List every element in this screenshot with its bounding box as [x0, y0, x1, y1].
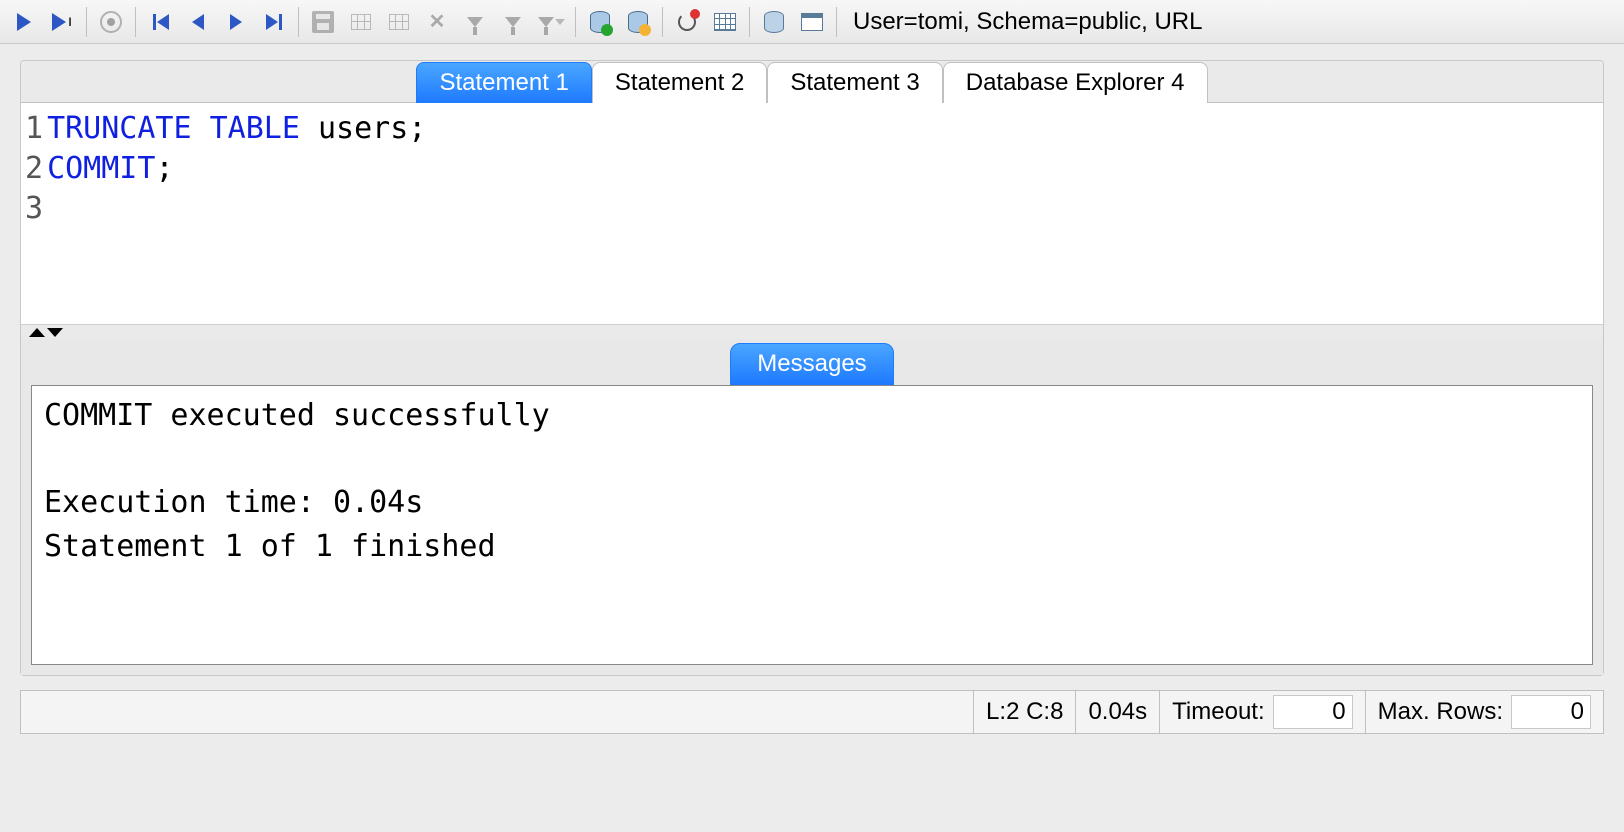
run-button[interactable]	[6, 4, 42, 40]
db-rollback-icon	[628, 11, 648, 33]
save-icon	[312, 11, 334, 33]
db-cylinder-icon	[764, 11, 784, 33]
timeout-input[interactable]	[1273, 695, 1353, 729]
copy-row-button[interactable]	[381, 4, 417, 40]
db-commit-icon	[590, 11, 610, 33]
editor-content[interactable]: TRUNCATE TABLE users; COMMIT;	[47, 109, 426, 318]
toolbar-separator	[86, 7, 87, 37]
results-tabs: Messages	[31, 339, 1593, 385]
toolbar-separator	[298, 7, 299, 37]
toolbar-separator	[575, 7, 576, 37]
next-icon	[230, 14, 242, 30]
run-step-button[interactable]: I	[44, 4, 80, 40]
sql-keyword: TRUNCATE TABLE	[47, 111, 300, 146]
rollback-button[interactable]	[620, 4, 656, 40]
table-view-button[interactable]	[707, 4, 743, 40]
main-panel: Statement 1 Statement 2 Statement 3 Data…	[20, 60, 1604, 676]
stop-button[interactable]	[93, 4, 129, 40]
tab-statement-1[interactable]: Statement 1	[416, 62, 591, 103]
statement-tabs: Statement 1 Statement 2 Statement 3 Data…	[21, 61, 1603, 103]
funnel-select-icon	[467, 17, 483, 27]
sql-text: users;	[300, 111, 426, 146]
filter-select-button[interactable]	[457, 4, 493, 40]
maxrows-input[interactable]	[1511, 695, 1591, 729]
tab-db-explorer[interactable]: Database Explorer 4	[943, 62, 1208, 103]
filter-button[interactable]	[495, 4, 531, 40]
toolbar-separator	[135, 7, 136, 37]
results-panel: Messages COMMIT executed successfully Ex…	[21, 339, 1603, 675]
filter-dropdown-button[interactable]	[533, 4, 569, 40]
save-button[interactable]	[305, 4, 341, 40]
grid-table-icon	[714, 13, 736, 31]
x-icon: ✕	[429, 9, 446, 34]
sql-keyword: COMMIT	[47, 151, 155, 186]
line-number: 3	[25, 189, 43, 229]
insert-row-button[interactable]	[343, 4, 379, 40]
tab-messages[interactable]: Messages	[730, 343, 893, 385]
stop-icon	[100, 11, 122, 33]
toolbar: I ✕ User=tomi, Schema=public, URL	[0, 0, 1624, 44]
timeout-label: Timeout:	[1172, 698, 1264, 726]
tab-statement-2[interactable]: Statement 2	[592, 62, 767, 103]
play-cursor-icon: I	[52, 13, 71, 31]
delete-row-button[interactable]: ✕	[419, 4, 455, 40]
nav-last-button[interactable]	[256, 4, 292, 40]
connection-status-label: User=tomi, Schema=public, URL	[853, 8, 1202, 36]
commit-button[interactable]	[582, 4, 618, 40]
insert-row-icon	[351, 14, 371, 30]
status-bar: L:2 C:8 0.04s Timeout: Max. Rows:	[20, 690, 1604, 734]
maxrows-label: Max. Rows:	[1378, 698, 1503, 726]
caret-up-icon	[29, 328, 45, 337]
funnel-icon	[505, 17, 521, 27]
nav-prev-button[interactable]	[180, 4, 216, 40]
reconnect-button[interactable]	[669, 4, 705, 40]
editor-gutter: 1 2 3	[25, 109, 47, 318]
prev-icon	[192, 14, 204, 30]
nav-next-button[interactable]	[218, 4, 254, 40]
funnel-dropdown-icon	[538, 17, 565, 27]
status-spacer	[21, 691, 973, 733]
first-icon	[152, 14, 169, 30]
caret-down-icon	[47, 328, 63, 337]
line-number: 1	[25, 109, 43, 149]
toolbar-separator	[749, 7, 750, 37]
play-icon	[17, 13, 31, 31]
maxrows-cell: Max. Rows:	[1365, 691, 1603, 733]
timeout-cell: Timeout:	[1159, 691, 1364, 733]
nav-first-button[interactable]	[142, 4, 178, 40]
toolbar-separator	[836, 7, 837, 37]
tab-statement-3[interactable]: Statement 3	[767, 62, 942, 103]
cursor-position: L:2 C:8	[973, 691, 1075, 733]
toolbar-separator	[662, 7, 663, 37]
copy-row-icon	[389, 14, 409, 30]
last-icon	[266, 14, 283, 30]
reconnect-icon	[678, 13, 696, 31]
line-number: 2	[25, 149, 43, 189]
split-handle[interactable]	[21, 325, 1603, 339]
sql-text: ;	[155, 151, 173, 186]
messages-output[interactable]: COMMIT executed successfully Execution t…	[31, 385, 1593, 665]
window-icon	[801, 13, 823, 31]
db-explorer-button[interactable]	[756, 4, 792, 40]
sql-editor[interactable]: 1 2 3 TRUNCATE TABLE users; COMMIT;	[21, 103, 1603, 325]
execution-time: 0.04s	[1075, 691, 1159, 733]
new-window-button[interactable]	[794, 4, 830, 40]
